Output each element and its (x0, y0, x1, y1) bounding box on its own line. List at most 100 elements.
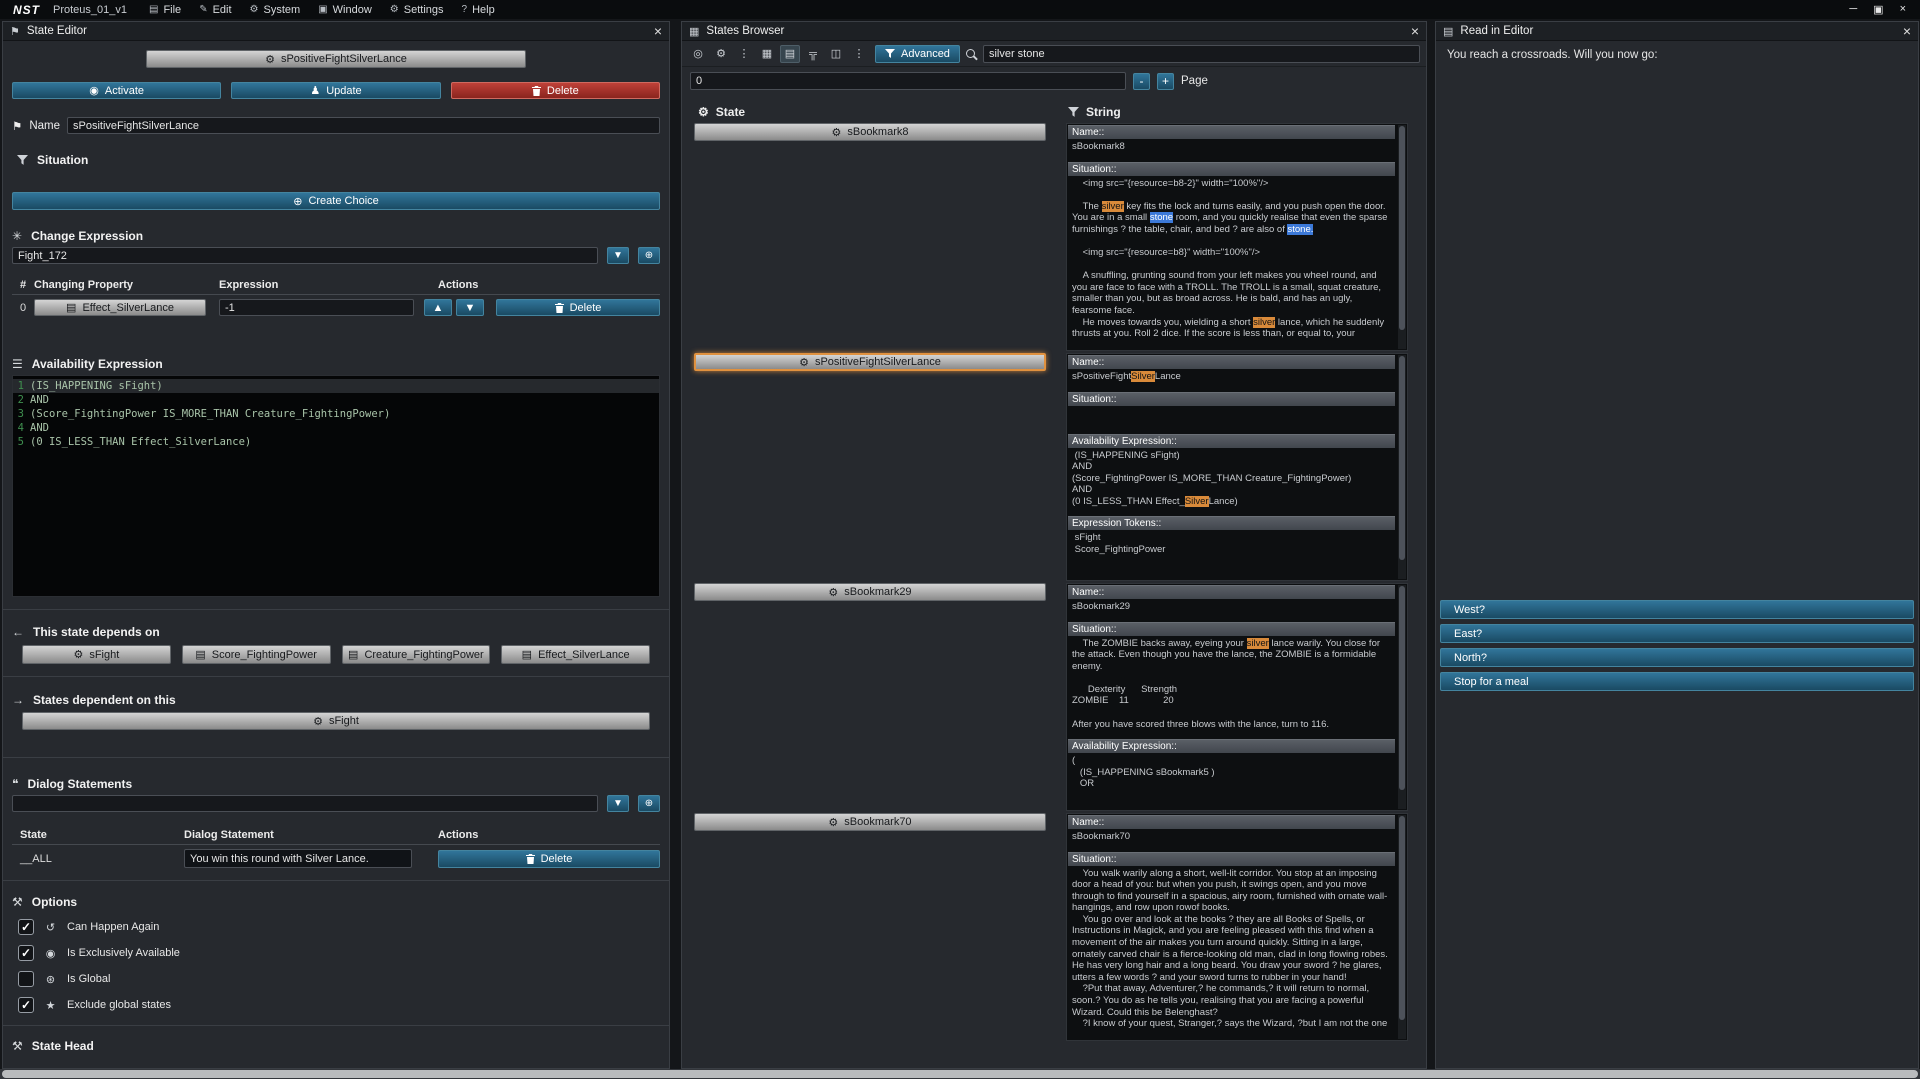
scrollbar-thumb[interactable] (2, 1070, 1918, 1078)
activate-button[interactable]: ◉ Activate (12, 82, 221, 99)
preview-view-icon[interactable]: ◫ (826, 45, 846, 63)
horizontal-scrollbar[interactable] (0, 1069, 1920, 1079)
maximize-icon[interactable]: ▣ (1873, 3, 1883, 16)
add-expression-button[interactable]: ⊕ (638, 247, 660, 264)
state-editor-titlebar: ⚑ State Editor × (3, 22, 669, 41)
gear-icon: ⚙ (698, 105, 709, 119)
grid-view-icon[interactable]: ▦ (757, 45, 777, 63)
gear-icon[interactable]: ⚙ (711, 45, 731, 63)
dependency-effect-button[interactable]: ▤ Effect_SilverLance (501, 645, 650, 664)
code-line: 5 (0 IS_LESS_THAN Effect_SilverLance) (13, 435, 659, 449)
search-match-orange: Silver (1185, 496, 1209, 507)
state-button-sbookmark70[interactable]: ⚙ sBookmark70 (694, 813, 1046, 831)
menu-edit[interactable]: ✎ Edit (191, 2, 239, 18)
globe-icon: ⊛ (43, 973, 58, 986)
menu-edit-label: Edit (213, 4, 232, 16)
funnel-icon (17, 155, 28, 166)
block-header: Availability Expression:: (1068, 434, 1395, 448)
browser-row: ⚙ sPositiveFightSilverLance Name:: sPosi… (690, 353, 1418, 581)
delete-row-button[interactable]: Delete (496, 299, 660, 316)
close-icon[interactable]: × (1903, 24, 1911, 38)
current-state-button[interactable]: ⚙ sPositiveFightSilverLance (146, 50, 526, 68)
checkbox[interactable]: ✓ (18, 945, 34, 961)
table-view-icon[interactable]: ▤ (780, 45, 800, 63)
name-input[interactable] (67, 117, 660, 134)
choice-stop-for-meal-button[interactable]: Stop for a meal (1440, 672, 1914, 691)
menu-settings[interactable]: ⚙ Settings (382, 2, 452, 18)
dependency-sfight-button[interactable]: ⚙ sFight (22, 645, 171, 664)
changing-property-button[interactable]: ▤ Effect_SilverLance (34, 299, 206, 316)
dialog-row: __ALL Delete (12, 849, 660, 868)
scrollbar[interactable] (1398, 815, 1406, 1039)
arrow-left-icon: ← (12, 625, 24, 639)
string-block[interactable]: Name:: sPositiveFightSilverLance Situati… (1066, 353, 1408, 581)
checkbox[interactable] (18, 971, 34, 987)
dependency-score-button[interactable]: ▤ Score_FightingPower (182, 645, 331, 664)
change-expression-row: 0 ▤ Effect_SilverLance ▲ ▼ Delete (12, 299, 660, 316)
dialog-dropdown-button[interactable]: ▼ (607, 795, 629, 812)
add-dialog-button[interactable]: ⊕ (638, 795, 660, 812)
choice-west-button[interactable]: West? (1440, 600, 1914, 619)
move-down-button[interactable]: ▼ (456, 299, 484, 316)
create-choice-button[interactable]: ⊕ Create Choice (12, 192, 660, 210)
string-block[interactable]: Name:: sBookmark70 Situation:: You walk … (1066, 813, 1408, 1041)
close-icon[interactable]: × (1900, 3, 1906, 16)
gear-icon: ⚙ (73, 648, 83, 661)
expression-dropdown-button[interactable]: ▼ (607, 247, 629, 264)
availability-code-editor[interactable]: 1 (IS_HAPPENING sFight) 2 AND 3 (Score_F… (12, 375, 660, 597)
star-icon: ★ (43, 999, 58, 1012)
move-up-button[interactable]: ▲ (424, 299, 452, 316)
delete-dialog-button[interactable]: Delete (438, 850, 660, 868)
update-button[interactable]: ♟ Update (231, 82, 440, 99)
delete-state-button[interactable]: Delete (451, 82, 660, 99)
expression-value-input[interactable] (219, 299, 414, 316)
string-block[interactable]: Name:: sBookmark8 Situation:: <img src="… (1066, 123, 1408, 351)
block-text: (IS_HAPPENING sFight) AND (Score_Fightin… (1068, 450, 1395, 508)
state-button-sbookmark8[interactable]: ⚙ sBookmark8 (694, 123, 1046, 141)
page-input[interactable] (690, 72, 1126, 90)
menu-window-label: Window (333, 4, 372, 16)
block-header: Situation:: (1068, 162, 1395, 176)
search-input[interactable] (983, 45, 1420, 63)
page-minus-button[interactable]: - (1133, 73, 1150, 90)
tree-view-icon[interactable]: ╦ (803, 45, 823, 63)
search-match-orange: silver (1247, 638, 1269, 649)
close-icon[interactable]: × (654, 24, 662, 38)
menu-window[interactable]: ▣ Window (310, 2, 380, 18)
choice-east-button[interactable]: East? (1440, 624, 1914, 643)
checkbox[interactable]: ✓ (18, 919, 34, 935)
menu-system[interactable]: ⚙ System (242, 2, 309, 18)
expression-selector[interactable]: Fight_172 (12, 247, 598, 264)
kebab-menu-icon[interactable]: ⋮ (734, 45, 754, 63)
scrollbar[interactable] (1398, 125, 1406, 349)
dialog-statement-input[interactable] (184, 849, 412, 868)
scrollbar[interactable] (1398, 355, 1406, 579)
menu-help[interactable]: ? Help (454, 2, 503, 18)
page-label: Page (1181, 75, 1208, 87)
book-icon: ▤ (522, 648, 532, 661)
page-plus-button[interactable]: + (1157, 73, 1174, 90)
menu-file[interactable]: ▤ File (141, 2, 189, 18)
gear-icon: ⚙ (313, 715, 323, 728)
string-block[interactable]: Name:: sBookmark29 Situation:: The ZOMBI… (1066, 583, 1408, 811)
close-icon[interactable]: × (1411, 24, 1419, 38)
kebab-menu-icon[interactable]: ⋮ (849, 45, 869, 63)
chevron-down-icon: ▼ (613, 250, 623, 261)
state-button-spositivefightsilverlance[interactable]: ⚙ sPositiveFightSilverLance (694, 353, 1046, 371)
block-text: ( (IS_HAPPENING sBookmark5 ) OR (1068, 755, 1395, 790)
state-button-sbookmark29[interactable]: ⚙ sBookmark29 (694, 583, 1046, 601)
situation-title: Situation (37, 153, 88, 167)
dependency-creature-button[interactable]: ▤ Creature_FightingPower (342, 645, 491, 664)
target-icon[interactable]: ◎ (688, 45, 708, 63)
choice-north-button[interactable]: North? (1440, 648, 1914, 667)
advanced-filter-button[interactable]: Advanced (875, 45, 960, 63)
page-row: - + Page (682, 67, 1426, 95)
bullseye-icon: ◉ (43, 947, 58, 960)
circle-plus-icon: ⊕ (645, 798, 653, 809)
dependent-sfight-button[interactable]: ⚙ sFight (22, 712, 650, 730)
state-column-header: ⚙ State (698, 105, 745, 119)
minimize-icon[interactable]: ─ (1849, 3, 1857, 16)
scrollbar[interactable] (1398, 585, 1406, 809)
dialog-selector[interactable] (12, 795, 598, 812)
checkbox[interactable]: ✓ (18, 997, 34, 1013)
